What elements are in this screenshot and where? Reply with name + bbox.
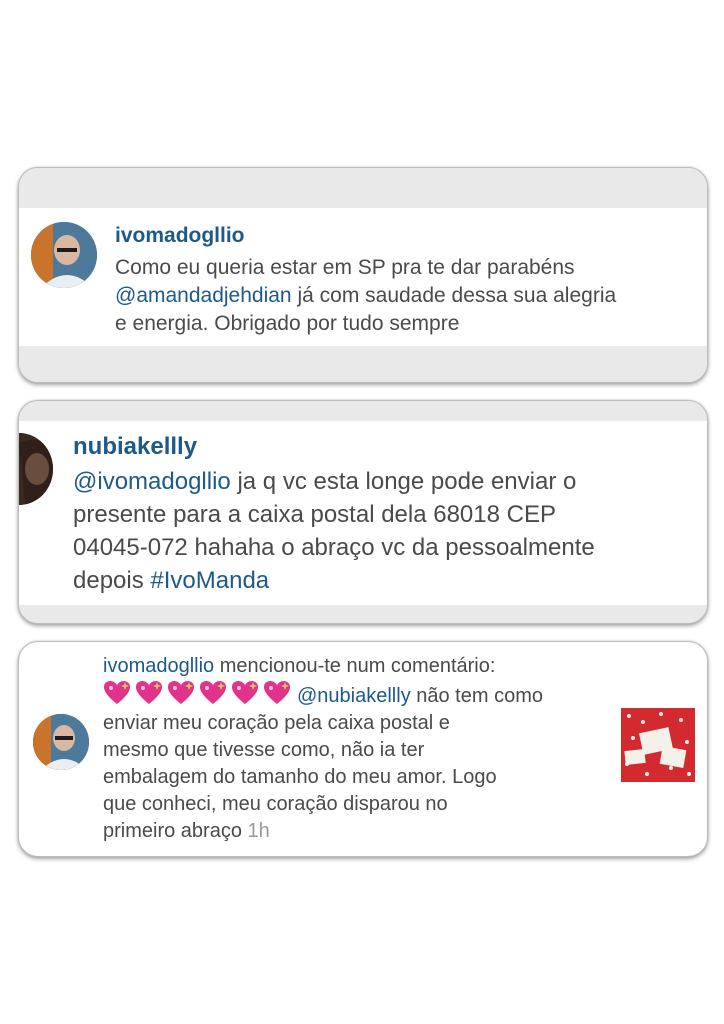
sparkling-heart-icon	[264, 681, 290, 704]
notification-line: enviar meu coração pela caixa postal e	[103, 712, 450, 734]
avatar[interactable]	[33, 714, 89, 770]
sparkling-heart-icon	[168, 681, 194, 704]
notification-card[interactable]: ivomadogllio mencionou-te num comentário…	[18, 641, 708, 857]
avatar-photo-icon	[19, 433, 53, 505]
notification-action: mencionou-te num comentário:	[214, 655, 496, 677]
mention-link[interactable]: @nubiakellly	[297, 685, 411, 707]
mention-link[interactable]: @ivomadogllio	[73, 468, 231, 495]
avatar[interactable]	[31, 222, 97, 288]
card-top-band	[19, 401, 707, 421]
comment-line: @amandadjehdian já com saudade dessa sua…	[115, 282, 616, 310]
comment-line: @ivomadogllio ja q vc esta longe pode en…	[73, 465, 595, 498]
notification-line: mesmo que tivesse como, não ia ter	[103, 739, 425, 761]
comment-text-segment: já com saudade dessa sua alegria	[291, 284, 617, 307]
comment-text-segment: e energia. Obrigado por tudo sempre	[115, 312, 460, 335]
hashtag-link[interactable]: #IvoManda	[150, 567, 269, 594]
mention-link[interactable]: @amandadjehdian	[115, 284, 292, 307]
comment-username[interactable]: nubiakellly	[73, 433, 197, 461]
avatar-photo-icon	[31, 222, 97, 288]
card-bottom-band	[19, 605, 707, 623]
post-thumbnail[interactable]	[621, 708, 695, 782]
notification-line: primeiro abraço 1h	[103, 818, 543, 845]
comment-card-2: nubiakellly @ivomadogllio ja q vc esta l…	[18, 400, 708, 624]
comment-line: depois #IvoManda	[73, 564, 595, 597]
notification-username[interactable]: ivomadogllio	[103, 655, 214, 677]
timestamp: 1h	[247, 820, 270, 842]
notification-line: ivomadogllio mencionou-te num comentário…	[103, 653, 543, 680]
comment-line: 04045-072 hahaha o abraço vc da pessoalm…	[73, 531, 595, 564]
comment-line: Como eu queria estar em SP pra te dar pa…	[115, 254, 616, 282]
sparkling-heart-icon	[232, 681, 258, 704]
comment-text-segment: depois	[73, 567, 151, 594]
post-thumbnail-image-icon	[621, 708, 695, 782]
card-top-band	[19, 168, 707, 208]
comment-text-segment: presente para a caixa postal dela 68018 …	[73, 501, 556, 528]
notification-line: @nubiakellly não tem como	[103, 680, 543, 710]
notification-line: embalagem do tamanho do meu amor. Logo	[103, 766, 497, 788]
sparkling-heart-icon	[200, 681, 226, 704]
notification-line: que conheci, meu coração disparou no	[103, 793, 448, 815]
hearts-row	[103, 680, 291, 706]
comment-text-segment: ja q vc esta longe pode enviar o	[230, 468, 577, 495]
sparkling-heart-icon	[136, 681, 162, 704]
sparkling-heart-icon	[104, 681, 130, 704]
comment-line: presente para a caixa postal dela 68018 …	[73, 498, 595, 531]
comment-text: Como eu queria estar em SP pra te dar pa…	[115, 254, 616, 338]
comment-username[interactable]: ivomadogllio	[115, 224, 245, 248]
card-bottom-band	[19, 346, 707, 382]
comment-text: @ivomadogllio ja q vc esta longe pode en…	[73, 465, 595, 597]
comment-text-segment: Como eu queria estar em SP pra te dar pa…	[115, 256, 575, 279]
notification-text: ivomadogllio mencionou-te num comentário…	[103, 653, 543, 845]
avatar[interactable]	[19, 433, 53, 505]
notification-text-segment: primeiro abraço	[103, 820, 242, 842]
comment-text-segment: 04045-072 hahaha o abraço vc da pessoalm…	[73, 534, 595, 561]
avatar-photo-icon	[33, 714, 89, 770]
comment-line: e energia. Obrigado por tudo sempre	[115, 310, 616, 338]
notification-text-segment: não tem como	[410, 685, 543, 707]
comment-card-1: ivomadogllio Como eu queria estar em SP …	[18, 167, 708, 383]
